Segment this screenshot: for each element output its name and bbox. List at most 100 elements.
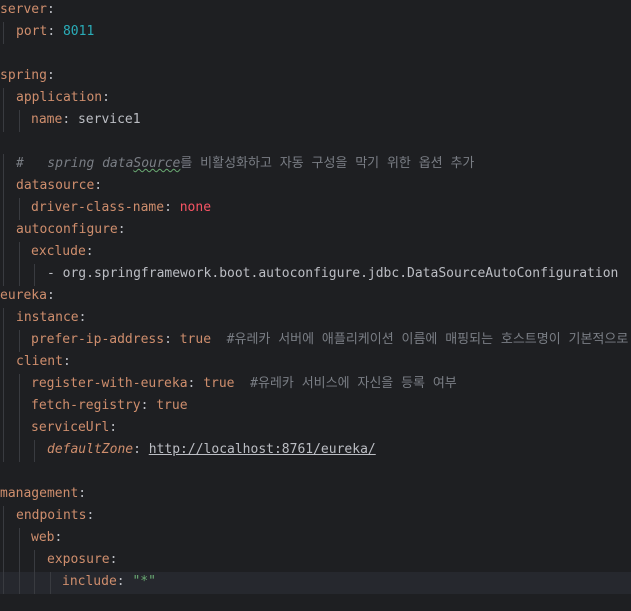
code-text: defaultZone: http://localhost:8761/eurek… <box>47 440 376 460</box>
code-line[interactable]: exclude: <box>0 242 631 264</box>
indent-guide <box>3 418 4 440</box>
code-line[interactable] <box>0 132 631 154</box>
code-line[interactable]: server: <box>0 0 631 22</box>
code-token: true <box>179 332 212 347</box>
code-token: : <box>187 376 204 391</box>
code-text: server: <box>0 0 55 20</box>
indent-guide <box>3 572 4 594</box>
code-text: web: <box>31 528 62 548</box>
indent-guide <box>3 110 4 132</box>
code-token: true <box>156 398 188 413</box>
code-line[interactable]: - org.springframework.boot.autoconfigure… <box>0 264 631 286</box>
indent-guide <box>34 572 35 594</box>
code-text: - org.springframework.boot.autoconfigure… <box>47 264 618 284</box>
code-line[interactable]: endpoints: <box>0 506 631 528</box>
code-text: serviceUrl: <box>31 418 117 438</box>
indent-guide <box>3 176 4 198</box>
code-line[interactable]: application: <box>0 88 631 110</box>
code-token: : <box>86 508 95 523</box>
code-text: management: <box>0 484 86 504</box>
code-line[interactable]: # spring dataSource를 비활성화하고 자동 구성을 막기 위한… <box>0 154 631 176</box>
code-line[interactable]: datasource: <box>0 176 631 198</box>
code-token: : <box>140 398 157 413</box>
indent-guide <box>3 550 4 572</box>
code-token: : <box>164 332 180 347</box>
code-line[interactable]: include: "*" <box>0 572 631 594</box>
indent-guide <box>3 220 4 242</box>
code-token: instance <box>16 310 79 325</box>
code-line[interactable]: web: <box>0 528 631 550</box>
code-line[interactable]: management: <box>0 484 631 506</box>
code-editor[interactable]: server: port: 8011 spring: application: name… <box>0 0 631 611</box>
code-token: # spring data <box>16 156 134 171</box>
code-text: spring: <box>0 66 55 86</box>
code-token: include <box>62 574 117 589</box>
code-token: http://localhost:8761/eureka/ <box>148 442 376 457</box>
code-token: : <box>102 90 110 105</box>
code-line[interactable]: fetch-registry: true <box>0 396 631 418</box>
code-text: exclude: <box>31 242 94 262</box>
code-line[interactable]: eureka: <box>0 286 631 308</box>
code-token: : <box>54 530 63 545</box>
indent-guide <box>3 88 4 110</box>
code-line[interactable]: name: service1 <box>0 110 631 132</box>
code-token: : <box>109 552 118 567</box>
code-line[interactable] <box>0 462 631 484</box>
code-token: 8011 <box>62 24 95 39</box>
code-token: exclude <box>31 244 86 259</box>
indent-guide <box>19 396 20 418</box>
code-text: # spring dataSource를 비활성화하고 자동 구성을 막기 위한… <box>16 154 474 174</box>
indent-guide <box>34 264 35 286</box>
code-text: include: "*" <box>62 572 156 592</box>
indent-guide <box>3 396 4 418</box>
code-token: defaultZone <box>47 442 134 457</box>
code-line[interactable]: driver-class-name: none <box>0 198 631 220</box>
code-token: : <box>62 354 71 369</box>
code-token: exposure <box>47 552 110 567</box>
indent-guide <box>19 374 20 396</box>
code-line[interactable]: spring: <box>0 66 631 88</box>
code-line[interactable]: serviceUrl: <box>0 418 631 440</box>
indent-guide <box>19 242 20 264</box>
code-token: name <box>31 112 63 127</box>
code-line[interactable]: register-with-eureka: true #유레카 서비스에 자신을… <box>0 374 631 396</box>
code-token: true <box>203 376 235 391</box>
code-token: fetch-registry <box>31 398 141 413</box>
indent-guide <box>3 264 4 286</box>
code-token: : <box>117 222 126 237</box>
code-line[interactable]: client: <box>0 352 631 374</box>
code-token: #유레카 서버에 애플리케이션 이름에 매핑되는 호스트명이 기본적으로 등록 <box>211 332 631 347</box>
code-token: port <box>16 24 48 39</box>
indent-guide <box>19 418 20 440</box>
code-token: : <box>46 2 55 17</box>
code-line[interactable]: defaultZone: http://localhost:8761/eurek… <box>0 440 631 462</box>
code-token: eureka <box>0 288 47 303</box>
indent-guide <box>19 528 20 550</box>
code-text: register-with-eureka: true #유레카 서비스에 자신을… <box>31 374 457 394</box>
code-token: : <box>62 112 78 127</box>
code-line[interactable] <box>0 44 631 66</box>
indent-guide <box>19 330 20 352</box>
code-line[interactable]: instance: <box>0 308 631 330</box>
code-token: : <box>46 288 55 303</box>
indent-guide <box>3 308 4 330</box>
indent-guide <box>3 242 4 264</box>
code-text: driver-class-name: none <box>31 198 211 218</box>
indent-guide <box>3 352 4 374</box>
code-token: service1 <box>77 112 141 127</box>
code-line[interactable] <box>0 594 631 611</box>
code-line[interactable]: autoconfigure: <box>0 220 631 242</box>
indent-guide <box>19 550 20 572</box>
code-token: web <box>31 530 55 545</box>
code-token: Source <box>133 156 181 171</box>
code-line[interactable]: port: 8011 <box>0 22 631 44</box>
code-text: client: <box>16 352 71 372</box>
code-text: autoconfigure: <box>16 220 126 240</box>
indent-guide <box>3 528 4 550</box>
code-token: none <box>179 200 212 215</box>
code-line[interactable]: prefer-ip-address: true #유레카 서버에 애플리케이션 … <box>0 330 631 352</box>
code-line[interactable]: exposure: <box>0 550 631 572</box>
indent-guide <box>3 198 4 220</box>
code-text: exposure: <box>47 550 117 570</box>
indent-guide <box>34 440 35 462</box>
